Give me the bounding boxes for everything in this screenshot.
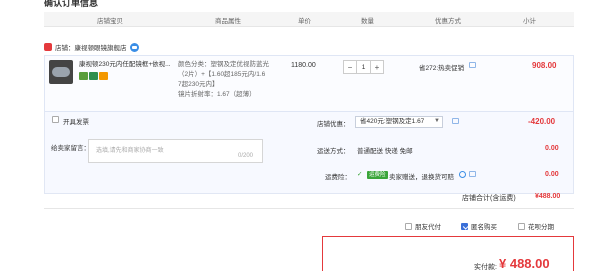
badge-icon-3 bbox=[99, 72, 108, 80]
friend-pay-label: 朋友代付 bbox=[415, 224, 441, 231]
option-friend-pay[interactable]: 朋友代付 bbox=[405, 221, 441, 231]
divider bbox=[44, 208, 574, 209]
insurance-text: 卖家赠送，退换货可赔 bbox=[389, 174, 454, 181]
product-thumbnail[interactable] bbox=[49, 60, 73, 84]
shop-icon bbox=[44, 43, 52, 51]
payment-label: 实付款: bbox=[474, 264, 497, 271]
shipping-method: 普通配送 快递 免邮 bbox=[357, 148, 413, 155]
insurance-amount: 0.00 bbox=[545, 171, 559, 178]
info-icon[interactable] bbox=[459, 171, 466, 178]
quantity-input[interactable]: 1 bbox=[356, 61, 371, 73]
invoice-checkbox[interactable] bbox=[52, 116, 59, 123]
invoice-label: 开具发票 bbox=[63, 119, 89, 126]
badge-icon-1 bbox=[79, 72, 88, 80]
insurance-chat-icon[interactable] bbox=[469, 171, 476, 177]
shop-total-amount: ¥488.00 bbox=[535, 193, 561, 200]
option-installment[interactable]: 花呗分期 bbox=[518, 221, 554, 231]
coupon-amount: -420.00 bbox=[528, 117, 556, 126]
attr-line: 镜片折射率：1.67（超薄） bbox=[178, 91, 256, 98]
column-header-subtotal: 小计 bbox=[523, 18, 536, 25]
shipping-label: 运送方式： bbox=[317, 148, 350, 155]
insurance-tag: 运费险 bbox=[367, 171, 388, 179]
installment-checkbox[interactable] bbox=[518, 222, 525, 230]
shop-name[interactable]: 店铺：康视顿眼镜旗舰店 bbox=[55, 42, 127, 52]
anonymous-label: 匿名购买 bbox=[471, 224, 497, 231]
attr-line: 颜色分类：塑钢及定优视防蓝光 bbox=[178, 61, 269, 68]
attr-line: 7超230元内】 bbox=[178, 81, 219, 88]
coupon-chat-icon[interactable] bbox=[452, 118, 459, 124]
column-header-item: 店铺宝贝 bbox=[97, 18, 123, 25]
product-attributes: 颜色分类：塑钢及定优视防蓝光 （2片）+【1.60超185元内/1.6 7超23… bbox=[178, 60, 288, 100]
badge-icon-2 bbox=[89, 72, 98, 80]
promotion-text: 省272:热卖促销 bbox=[419, 65, 465, 72]
message-char-count: 0/200 bbox=[238, 153, 254, 159]
anonymous-checkbox[interactable] bbox=[461, 222, 468, 230]
check-icon: ✓ bbox=[357, 171, 363, 178]
increase-button[interactable]: + bbox=[371, 61, 383, 73]
item-subtotal: 908.00 bbox=[532, 61, 557, 70]
column-header-quantity: 数量 bbox=[361, 18, 374, 25]
section-title: 确认订单信息 bbox=[44, 0, 99, 8]
decrease-button[interactable]: − bbox=[344, 61, 356, 73]
column-header-price: 单价 bbox=[298, 18, 311, 25]
quantity-stepper: − 1 + bbox=[343, 60, 384, 74]
friend-pay-checkbox[interactable] bbox=[405, 222, 412, 230]
product-name[interactable]: 康视顿230元内任配镜框+依视... bbox=[79, 60, 171, 69]
column-header-attr: 商品属性 bbox=[215, 18, 241, 25]
insurance-label: 运费险： bbox=[325, 174, 351, 181]
payment-amount: ¥ 488.00 bbox=[499, 256, 550, 271]
coupon-select[interactable]: 省420元:塑钢及定1.67 bbox=[355, 116, 443, 128]
message-label: 给卖家留言： bbox=[51, 145, 90, 152]
coupon-label: 店铺优惠： bbox=[317, 121, 350, 128]
message-placeholder: 选填,请先和商家协商一致 bbox=[96, 148, 164, 154]
column-header-promo: 优惠方式 bbox=[435, 18, 461, 25]
chevron-down-icon[interactable]: ▼ bbox=[434, 118, 440, 124]
chat-icon[interactable] bbox=[129, 42, 139, 52]
shipping-amount: 0.00 bbox=[545, 145, 559, 152]
shop-row: 店铺：康视顿眼镜旗舰店 bbox=[44, 40, 139, 54]
option-anonymous[interactable]: 匿名购买 bbox=[461, 221, 497, 231]
attr-line: （2片）+【1.60超185元内/1.6 bbox=[178, 71, 266, 78]
product-badges bbox=[79, 72, 108, 80]
installment-label: 花呗分期 bbox=[528, 224, 554, 231]
promo-chat-icon[interactable] bbox=[469, 62, 476, 68]
shop-total-label: 店铺合计(含运费) bbox=[462, 195, 516, 202]
unit-price: 1180.00 bbox=[291, 62, 316, 69]
